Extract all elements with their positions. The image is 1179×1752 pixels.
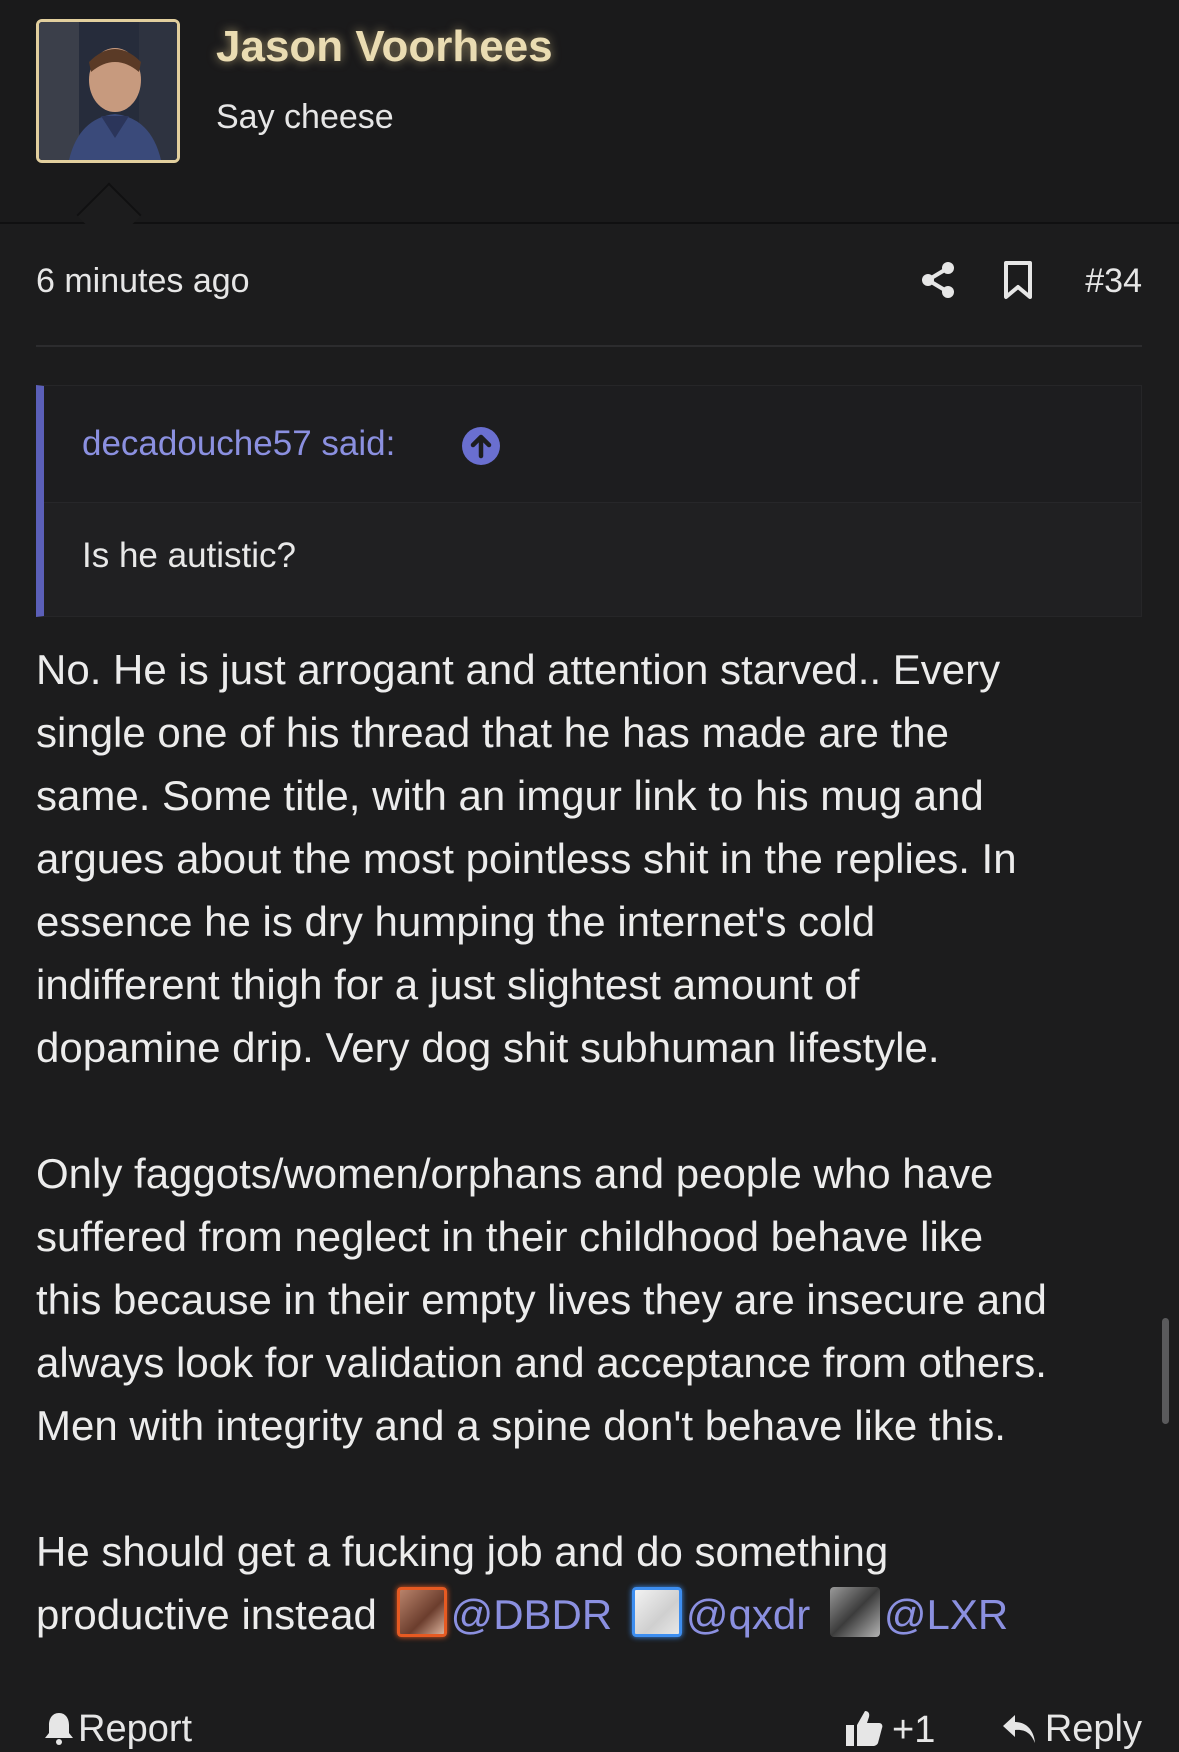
quote-author-link[interactable]: decadouche57 said: — [82, 424, 395, 464]
body-line: dopamine drip. Very dog shit subhuman li… — [36, 1024, 940, 1071]
reply-label: Reply — [1044, 1708, 1142, 1750]
mention-avatar-qxdr[interactable] — [631, 1587, 682, 1637]
body-line: Men with integrity and a spine don't beh… — [36, 1402, 1006, 1449]
body-line: Only faggots/women/orphans and people wh… — [36, 1150, 994, 1197]
body-line: same. Some title, with an imgur link to … — [36, 772, 984, 819]
body-line: single one of his thread that he has mad… — [36, 709, 949, 756]
post-header: Jason Voorhees Say cheese — [0, 0, 1179, 224]
mention-dbdr[interactable]: @DBDR — [451, 1591, 613, 1638]
post-body: No. He is just arrogant and attention st… — [36, 638, 1156, 1709]
body-text: productive instead — [36, 1591, 377, 1638]
thumbs-up-icon — [846, 1711, 883, 1746]
post-actions: Report +1 Reply — [36, 1700, 1142, 1751]
quote-block: decadouche57 said: Is he autistic? — [36, 385, 1142, 617]
username[interactable]: Jason Voorhees — [216, 22, 553, 72]
share-icon[interactable] — [918, 260, 958, 300]
paragraph-1: No. He is just arrogant and attention st… — [36, 638, 1156, 1079]
body-line: suffered from neglect in their childhood… — [36, 1213, 984, 1260]
paragraph-2: Only faggots/women/orphans and people wh… — [36, 1142, 1156, 1457]
body-line: argues about the most pointless shit in … — [36, 835, 1017, 882]
body-line: essence he is dry humping the internet's… — [36, 898, 876, 945]
post-number[interactable]: #34 — [1085, 262, 1142, 301]
body-line-mentions: productive instead @DBDR @qxdr @LXR — [36, 1583, 1156, 1646]
paragraph-3: He should get a fucking job and do somet… — [36, 1520, 1156, 1646]
quote-text: Is he autistic? — [82, 536, 296, 575]
body-line: always look for validation and acceptanc… — [36, 1339, 1047, 1386]
arrow-up-circle-icon[interactable] — [461, 426, 501, 466]
like-button[interactable]: +1 — [844, 1708, 935, 1752]
bookmark-icon[interactable] — [1000, 260, 1036, 300]
bell-icon — [45, 1713, 73, 1745]
user-title: Say cheese — [216, 98, 394, 136]
avatar-portrait-icon — [39, 22, 177, 160]
scrollbar[interactable] — [1162, 1318, 1169, 1424]
user-avatar[interactable] — [36, 19, 180, 163]
mention-qxdr[interactable]: @qxdr — [686, 1591, 810, 1638]
quote-header: decadouche57 said: — [44, 386, 1141, 503]
reply-button[interactable]: Reply — [1001, 1708, 1142, 1751]
post-meta: 6 minutes ago #34 — [36, 260, 1142, 308]
body-line: indifferent thigh for a just slightest a… — [36, 961, 860, 1008]
report-label: Report — [78, 1708, 193, 1750]
divider — [36, 345, 1142, 347]
mention-lxr[interactable]: @LXR — [884, 1591, 1008, 1638]
body-line: No. He is just arrogant and attention st… — [36, 646, 1001, 693]
reply-arrow-icon — [1002, 1715, 1035, 1743]
body-line: this because in their empty lives they a… — [36, 1276, 1047, 1323]
report-button[interactable]: Report — [44, 1708, 192, 1751]
mention-avatar-lxr[interactable] — [829, 1587, 880, 1637]
mention-avatar-dbdr[interactable] — [396, 1587, 447, 1637]
like-count: +1 — [892, 1709, 936, 1751]
post-timestamp[interactable]: 6 minutes ago — [36, 262, 250, 301]
body-line: He should get a fucking job and do somet… — [36, 1528, 889, 1575]
